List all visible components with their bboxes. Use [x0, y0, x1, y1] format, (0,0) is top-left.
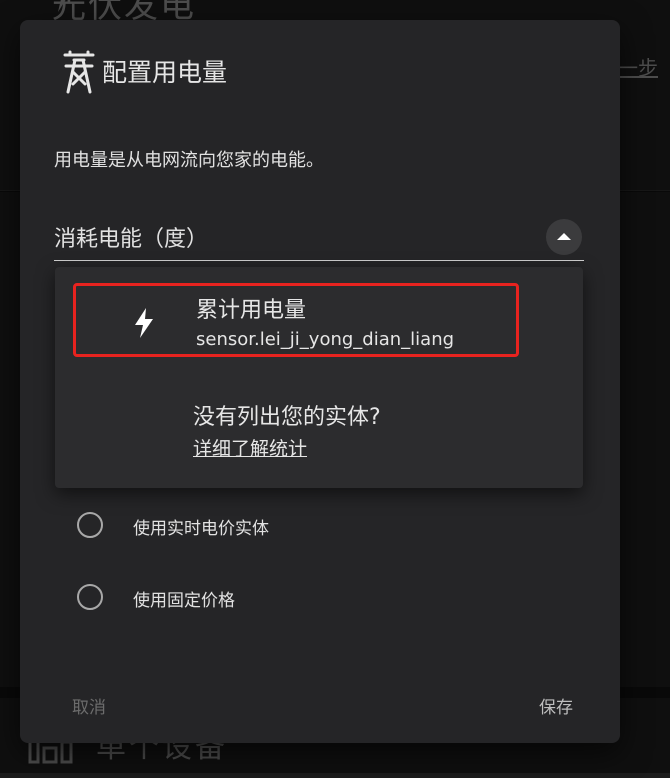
- radio-label: 使用实时电价实体: [133, 519, 269, 539]
- flash-icon: [135, 308, 153, 338]
- select-label: 消耗电能（度）: [54, 227, 209, 252]
- menu-item-title: 累计用电量: [196, 298, 307, 323]
- dialog-description: 用电量是从电网流向您家的电能。: [54, 150, 324, 171]
- radio-label: 使用固定价格: [133, 591, 235, 611]
- configure-consumption-dialog: 配置用电量 用电量是从电网流向您家的电能。 消耗电能（度） 累计用电量 sens…: [20, 20, 620, 743]
- dialog-title: 配置用电量: [102, 58, 228, 87]
- cancel-button[interactable]: 取消: [72, 693, 106, 718]
- chevron-up-icon[interactable]: [546, 219, 582, 255]
- consumed-energy-select[interactable]: 消耗电能（度）: [54, 216, 584, 261]
- learn-statistics-link[interactable]: 详细了解统计: [193, 434, 307, 461]
- menu-item-cumulative-consumption[interactable]: 累计用电量 sensor.lei_ji_yong_dian_liang: [73, 283, 519, 357]
- missing-entity-text: 没有列出您的实体?: [193, 405, 381, 430]
- radio-button[interactable]: [77, 584, 103, 610]
- transmission-tower-icon: [63, 50, 95, 94]
- menu-item-entity-id: sensor.lei_ji_yong_dian_liang: [196, 329, 455, 350]
- entity-dropdown-menu: 累计用电量 sensor.lei_ji_yong_dian_liang 没有列出…: [55, 267, 583, 488]
- radio-button[interactable]: [77, 512, 103, 538]
- save-button[interactable]: 保存: [539, 693, 573, 718]
